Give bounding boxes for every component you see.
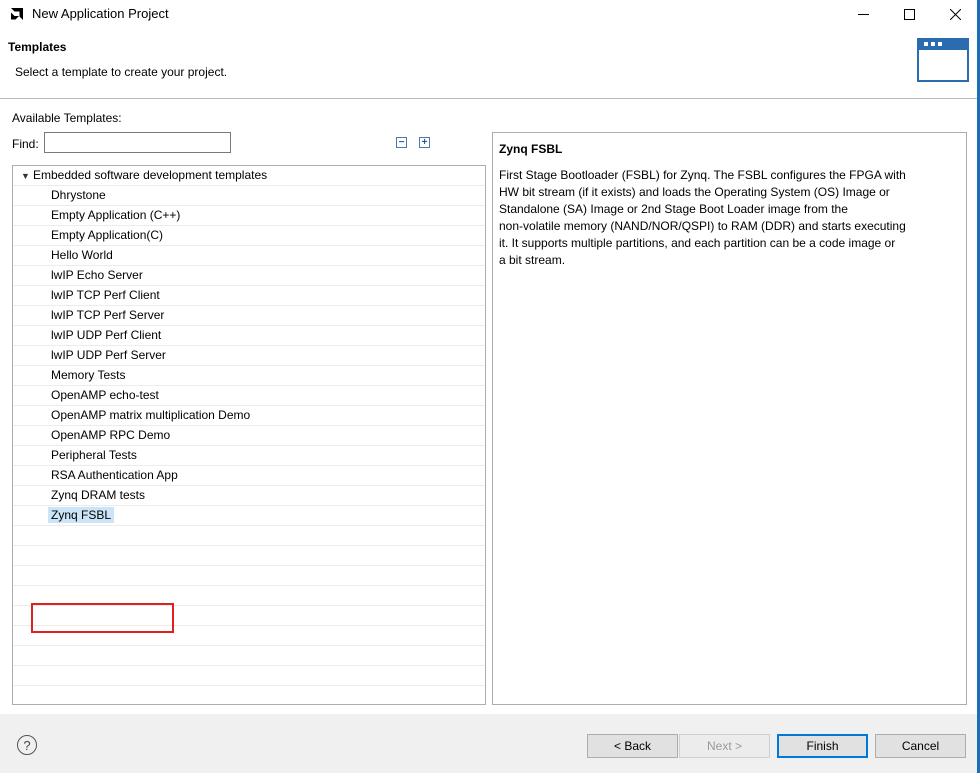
category-label: Embedded software development templates (33, 168, 268, 182)
tree-item-label: Zynq FSBL (48, 507, 115, 523)
title-bar: New Application Project (0, 0, 980, 28)
tree-item-label: Empty Application (C++) (51, 208, 181, 222)
tree-item[interactable]: Memory Tests (13, 366, 485, 386)
tree-item-label: Zynq DRAM tests (51, 488, 146, 502)
expand-all-icon: + (421, 137, 428, 148)
close-button[interactable] (932, 0, 978, 28)
wizard-window-icon (917, 38, 969, 82)
tree-item[interactable]: Dhrystone (13, 186, 485, 206)
tree-item[interactable]: Empty Application (C++) (13, 206, 485, 226)
tree-empty-row (13, 526, 485, 546)
page-description: Select a template to create your project… (15, 65, 228, 79)
maximize-button[interactable] (886, 0, 932, 28)
finish-button[interactable]: Finish (777, 734, 868, 758)
find-input[interactable] (44, 132, 231, 153)
tree-item[interactable]: Empty Application(C) (13, 226, 485, 246)
tree-item[interactable]: RSA Authentication App (13, 466, 485, 486)
tree-item-label: lwIP TCP Perf Client (51, 288, 160, 302)
tree-item-label: Memory Tests (51, 368, 126, 382)
tree-category-embedded[interactable]: ▼ Embedded software development templates (13, 166, 485, 186)
next-button[interactable]: Next > (679, 734, 770, 758)
amd-logo-icon (11, 8, 23, 20)
collapse-all-button[interactable]: − (396, 137, 407, 148)
button-bar: ? < Back Next > Finish Cancel (0, 714, 977, 773)
annotation-highlight-box (31, 603, 174, 633)
tree-item[interactable]: Zynq DRAM tests (13, 486, 485, 506)
cancel-button[interactable]: Cancel (875, 734, 966, 758)
page-title: Templates (8, 40, 67, 54)
tree-item[interactable]: Peripheral Tests (13, 446, 485, 466)
tree-empty-row (13, 546, 485, 566)
collapse-all-icon: − (398, 137, 405, 148)
tree-item-label: RSA Authentication App (51, 468, 178, 482)
available-templates-label: Available Templates: (12, 111, 122, 125)
close-icon (949, 8, 961, 20)
tree-empty-row (13, 646, 485, 666)
tree-item-selected[interactable]: Zynq FSBL (13, 506, 485, 526)
tree-item[interactable]: lwIP UDP Perf Server (13, 346, 485, 366)
help-button[interactable]: ? (17, 735, 37, 755)
chevron-down-icon[interactable]: ▼ (21, 167, 33, 186)
content-area: Available Templates: Find: − + ▼ Embedded… (0, 99, 977, 714)
tree-empty-row (13, 666, 485, 686)
minimize-icon (857, 13, 869, 15)
tree-item[interactable]: lwIP TCP Perf Server (13, 306, 485, 326)
tree-item-label: Hello World (51, 248, 113, 262)
tree-item[interactable]: OpenAMP echo-test (13, 386, 485, 406)
template-description-panel: Zynq FSBL First Stage Bootloader (FSBL) … (492, 132, 967, 705)
tree-item-label: lwIP TCP Perf Server (51, 308, 165, 322)
window-title: New Application Project (32, 6, 169, 21)
tree-item[interactable]: OpenAMP matrix multiplication Demo (13, 406, 485, 426)
expand-all-button[interactable]: + (419, 137, 430, 148)
minimize-button[interactable] (840, 0, 886, 28)
tree-item-label: OpenAMP echo-test (51, 388, 159, 402)
maximize-icon (903, 8, 915, 20)
tree-item[interactable]: Hello World (13, 246, 485, 266)
tree-item-label: lwIP UDP Perf Server (51, 348, 166, 362)
new-application-project-dialog: New Application Project Templates Select… (0, 0, 980, 773)
description-text: First Stage Bootloader (FSBL) for Zynq. … (499, 168, 906, 267)
tree-item-label: Peripheral Tests (51, 448, 137, 462)
tree-empty-row (13, 686, 485, 704)
tree-item-label: lwIP Echo Server (51, 268, 143, 282)
help-icon: ? (23, 737, 31, 753)
tree-item[interactable]: lwIP Echo Server (13, 266, 485, 286)
tree-item-label: OpenAMP RPC Demo (51, 428, 171, 442)
wizard-header: Templates Select a template to create yo… (0, 28, 978, 99)
tree-item[interactable]: OpenAMP RPC Demo (13, 426, 485, 446)
find-label: Find: (12, 137, 39, 151)
tree-empty-row (13, 566, 485, 586)
tree-item[interactable]: lwIP UDP Perf Client (13, 326, 485, 346)
tree-item-label: Empty Application(C) (51, 228, 164, 242)
tree-item-label: lwIP UDP Perf Client (51, 328, 162, 342)
back-button[interactable]: < Back (587, 734, 678, 758)
tree-item-label: OpenAMP matrix multiplication Demo (51, 408, 251, 422)
tree-item-label: Dhrystone (51, 188, 106, 202)
tree-item[interactable]: lwIP TCP Perf Client (13, 286, 485, 306)
description-title: Zynq FSBL (499, 142, 563, 156)
